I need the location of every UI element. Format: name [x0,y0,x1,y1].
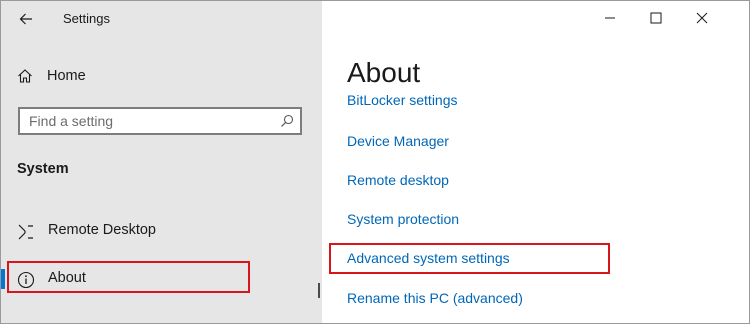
close-icon [696,12,708,24]
home-icon [18,69,32,83]
link-system-protection[interactable]: System protection [347,211,459,227]
sidebar-item-remote-desktop[interactable]: Remote Desktop [1,215,322,247]
related-links-list: BitLocker settings Device Manager Remote… [331,93,731,321]
search-icon[interactable] [280,114,294,128]
minimize-button[interactable] [587,1,633,35]
app-title: Settings [63,11,110,26]
search-input[interactable] [20,109,279,133]
page-title: About [347,57,421,88]
highlight-box-advanced-system-settings [329,243,610,274]
remote-desktop-icon [18,224,33,240]
selection-indicator [1,269,5,289]
link-remote-desktop[interactable]: Remote desktop [347,172,449,188]
back-arrow-icon [19,13,32,25]
minimize-icon [605,17,615,19]
maximize-button[interactable] [633,1,679,35]
sidebar-item-label: Remote Desktop [48,222,156,238]
close-button[interactable] [679,1,725,35]
maximize-icon [650,12,662,24]
settings-window: Settings Home System Remote Desktop [0,0,750,324]
highlight-box-about [7,261,250,293]
section-title: System [17,161,69,177]
link-bitlocker-settings[interactable]: BitLocker settings [347,93,458,108]
search-box[interactable] [18,107,302,135]
link-device-manager[interactable]: Device Manager [347,133,449,149]
back-button[interactable] [15,9,37,29]
home-label: Home [47,68,86,84]
home-nav-item[interactable]: Home [17,65,86,87]
sidebar-scrollbar[interactable] [318,283,320,298]
sidebar: Settings Home System Remote Desktop [1,1,322,323]
link-rename-this-pc[interactable]: Rename this PC (advanced) [347,290,523,306]
